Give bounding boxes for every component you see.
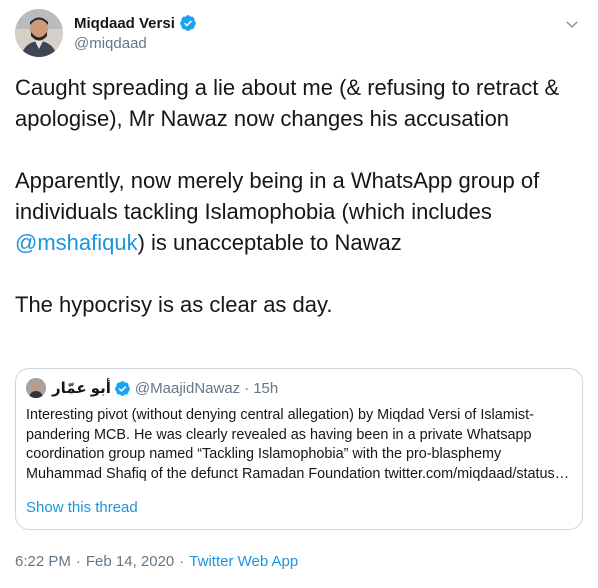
- mention-link[interactable]: @mshafiquk: [15, 230, 138, 255]
- chevron-down-icon[interactable]: [563, 15, 581, 33]
- tweet-paragraph-3: The hypocrisy is as clear as day.: [15, 292, 333, 317]
- author-avatar[interactable]: [15, 9, 63, 57]
- tweet-paragraph-2-after: ) is unacceptable to Nawaz: [137, 230, 402, 255]
- tweet-card: Miqdaad Versi @miqdaad Caught spreading …: [0, 0, 598, 588]
- meta-separator: ·: [75, 553, 81, 570]
- tweet-paragraph-2: Apparently, now merely being in a WhatsA…: [15, 165, 585, 258]
- verified-badge-icon: [179, 15, 196, 31]
- quoted-display-name: أبو عمّار: [52, 380, 111, 397]
- tweet-source-link[interactable]: Twitter Web App: [189, 553, 298, 570]
- tweet-paragraph-2-before: Apparently, now merely being in a WhatsA…: [15, 168, 540, 224]
- quoted-tweet-text: Interesting pivot (without denying centr…: [26, 407, 570, 482]
- show-thread-link[interactable]: Show this thread: [26, 499, 138, 516]
- quoted-author-avatar: [26, 378, 46, 398]
- tweet-text: Caught spreading a lie about me (& refus…: [15, 72, 585, 320]
- quoted-separator: ·: [244, 379, 250, 397]
- author-info: Miqdaad Versi @miqdaad: [74, 13, 197, 52]
- author-handle[interactable]: @miqdaad: [74, 35, 197, 52]
- tweet-time[interactable]: 6:22 PM: [15, 553, 71, 570]
- tweet-date[interactable]: Feb 14, 2020: [86, 553, 174, 570]
- tweet-metadata: 6:22 PM · Feb 14, 2020 · Twitter Web App: [15, 553, 298, 570]
- quoted-tweet[interactable]: أبو عمّار @MaajidNawaz · 15h Interesting…: [15, 368, 583, 530]
- verified-badge-icon: [114, 380, 130, 396]
- quoted-handle: @MaajidNawaz: [134, 379, 241, 397]
- meta-separator: ·: [179, 553, 185, 570]
- tweet-paragraph-1: Caught spreading a lie about me (& refus…: [15, 75, 560, 131]
- author-display-name[interactable]: Miqdaad Versi: [74, 15, 175, 32]
- quoted-tweet-header: أبو عمّار @MaajidNawaz · 15h: [26, 378, 278, 398]
- quoted-timestamp: 15h: [253, 379, 279, 397]
